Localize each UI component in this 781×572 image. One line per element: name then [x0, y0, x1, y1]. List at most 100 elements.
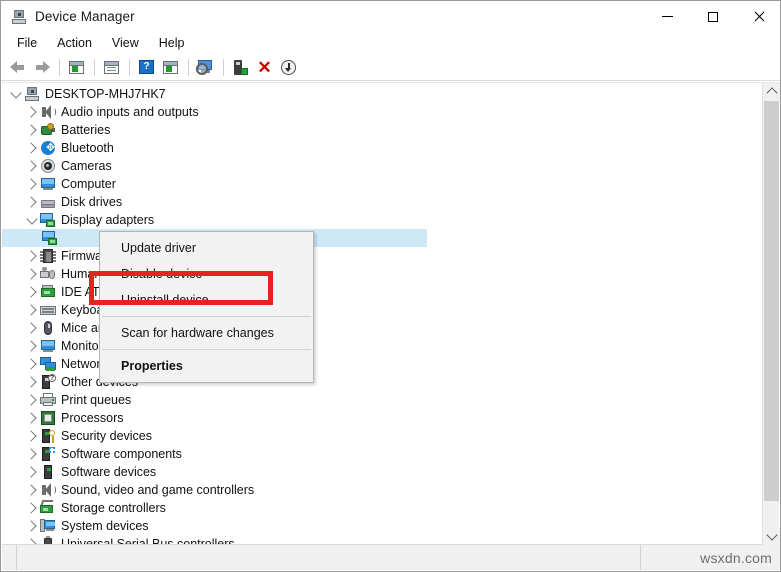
tree-node-root[interactable]: DESKTOP-MHJ7HK7	[2, 85, 758, 103]
expand-toggle[interactable]	[24, 499, 40, 517]
expand-toggle[interactable]	[24, 265, 40, 283]
context-menu-separator	[102, 316, 311, 317]
processor-icon	[40, 410, 56, 426]
chevron-right-icon	[25, 466, 37, 478]
expand-toggle[interactable]	[24, 481, 40, 499]
tree-node-cameras[interactable]: Cameras	[2, 157, 758, 175]
show-hide-console-tree-button[interactable]	[65, 56, 88, 78]
context-menu-item-update-driver[interactable]: Update driver	[100, 235, 313, 261]
chevron-right-icon	[25, 160, 37, 172]
tree-node-label: Cameras	[61, 159, 112, 173]
expand-toggle[interactable]	[24, 427, 40, 445]
expand-toggle[interactable]	[24, 247, 40, 265]
tree-node-label: Processors	[61, 411, 124, 425]
disable-device-button[interactable]	[277, 56, 300, 78]
expand-toggle[interactable]	[24, 409, 40, 427]
expand-toggle[interactable]	[24, 463, 40, 481]
menu-help[interactable]: Help	[149, 34, 195, 52]
tree-node-computer[interactable]: Computer	[2, 175, 758, 193]
tree-node-system-devices[interactable]: System devices	[2, 517, 758, 535]
tree-node-label: Batteries	[61, 123, 111, 137]
expand-toggle[interactable]	[24, 391, 40, 409]
expand-toggle[interactable]	[24, 337, 40, 355]
tree-node-label: Software components	[61, 447, 182, 461]
chevron-right-icon	[25, 268, 37, 280]
expand-toggle[interactable]	[24, 193, 40, 211]
tree-node-processors[interactable]: Processors	[2, 409, 758, 427]
chevron-right-icon	[25, 340, 37, 352]
context-menu-item-disable-device[interactable]: Disable device	[100, 261, 313, 287]
expand-toggle[interactable]	[8, 85, 24, 103]
tree-node-software-devices[interactable]: Software devices	[2, 463, 758, 481]
tree-node-label: Print queues	[61, 393, 132, 407]
tree-node-software-components[interactable]: Software components	[2, 445, 758, 463]
chevron-right-icon	[25, 502, 37, 514]
title-bar: Device Manager	[1, 1, 780, 32]
scroll-up-button[interactable]	[763, 83, 780, 100]
enable-device-button[interactable]	[229, 56, 252, 78]
scrollbar-thumb[interactable]	[764, 101, 779, 501]
minimize-button[interactable]	[644, 1, 690, 32]
expand-toggle[interactable]	[24, 301, 40, 319]
tree-node-label: Storage controllers	[61, 501, 166, 515]
tree-node-label: Software devices	[61, 465, 157, 479]
display-adapter-icon	[40, 212, 56, 228]
uninstall-device-button[interactable]: ✕	[253, 56, 276, 78]
expand-toggle[interactable]	[24, 445, 40, 463]
tree-node-batteries[interactable]: Batteries	[2, 121, 758, 139]
chevron-right-icon	[25, 250, 37, 262]
expand-toggle[interactable]	[24, 175, 40, 193]
context-menu-item-properties[interactable]: Properties	[100, 353, 313, 379]
expand-toggle[interactable]	[24, 517, 40, 535]
forward-button[interactable]	[30, 56, 53, 78]
maximize-button[interactable]	[690, 1, 736, 32]
network-adapter-icon	[40, 356, 56, 372]
speaker-icon	[40, 104, 56, 120]
expand-toggle[interactable]	[24, 283, 40, 301]
tree-node-security-devices[interactable]: Security devices	[2, 427, 758, 445]
chevron-right-icon	[25, 304, 37, 316]
tree-node-label: Security devices	[61, 429, 153, 443]
context-menu: Update driver Disable device Uninstall d…	[99, 231, 314, 383]
expand-toggle[interactable]	[24, 121, 40, 139]
tree-node-disk-drives[interactable]: Disk drives	[2, 193, 758, 211]
scroll-down-button[interactable]	[763, 528, 780, 545]
chevron-right-icon	[25, 178, 37, 190]
expand-toggle[interactable]	[24, 139, 40, 157]
tree-node-display-adapters[interactable]: Display adapters	[2, 211, 758, 229]
disable-device-icon	[281, 59, 296, 75]
menu-action[interactable]: Action	[47, 34, 102, 52]
menu-file[interactable]: File	[7, 34, 47, 52]
tree-node-label: Disk drives	[61, 195, 123, 209]
menu-view[interactable]: View	[102, 34, 149, 52]
properties-button[interactable]	[100, 56, 123, 78]
speaker-icon	[40, 482, 56, 498]
tree-node-print-queues[interactable]: Print queues	[2, 391, 758, 409]
update-driver-button[interactable]	[159, 56, 182, 78]
tree-node-bluetooth[interactable]: ✥ Bluetooth	[2, 139, 758, 157]
toolbar-separator	[94, 58, 95, 76]
expand-toggle[interactable]	[24, 211, 40, 229]
vertical-scrollbar[interactable]	[762, 83, 780, 545]
tree-node-sound-video-game[interactable]: Sound, video and game controllers	[2, 481, 758, 499]
close-button[interactable]	[736, 1, 780, 32]
back-button[interactable]	[6, 56, 29, 78]
tree-node-storage-controllers[interactable]: Storage controllers	[2, 499, 758, 517]
update-driver-icon	[163, 60, 178, 74]
chevron-right-icon	[25, 394, 37, 406]
chevron-right-icon	[25, 106, 37, 118]
expand-toggle[interactable]	[24, 373, 40, 391]
chevron-right-icon	[25, 358, 37, 370]
scan-for-hardware-changes-button[interactable]	[194, 56, 217, 78]
context-menu-separator	[102, 349, 311, 350]
chevron-right-icon	[25, 520, 37, 532]
expand-toggle[interactable]	[24, 355, 40, 373]
expand-toggle[interactable]	[24, 319, 40, 337]
chevron-right-icon	[25, 142, 37, 154]
context-menu-item-uninstall-device[interactable]: Uninstall device	[100, 287, 313, 313]
context-menu-item-scan-for-hardware-changes[interactable]: Scan for hardware changes	[100, 320, 313, 346]
expand-toggle[interactable]	[24, 103, 40, 121]
tree-node-audio[interactable]: Audio inputs and outputs	[2, 103, 758, 121]
help-button[interactable]: ?	[135, 56, 158, 78]
expand-toggle[interactable]	[24, 157, 40, 175]
